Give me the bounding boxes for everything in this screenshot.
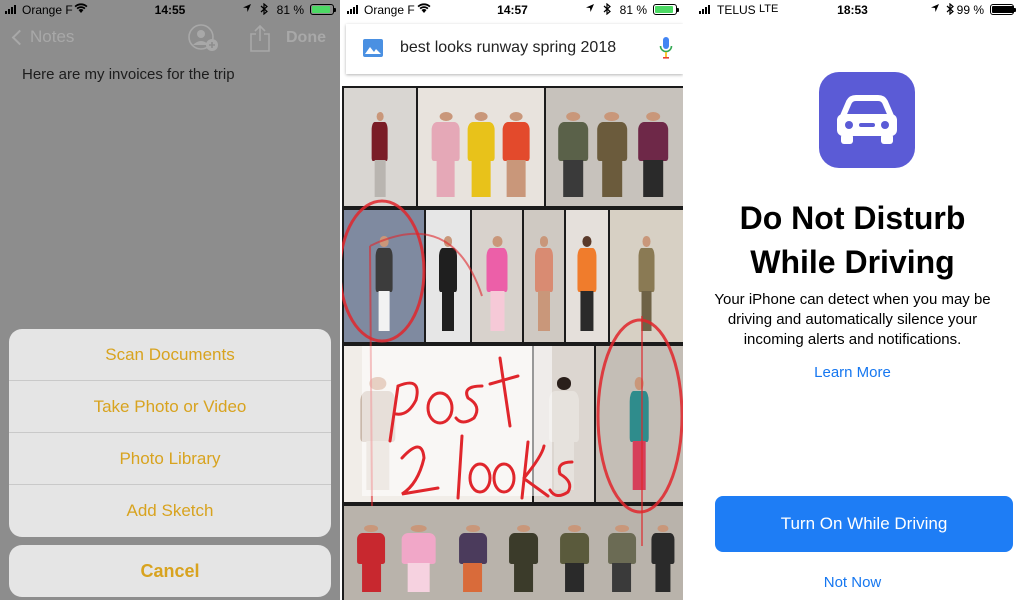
location-icon bbox=[242, 3, 252, 16]
image-search-screen: Orange F 14:57 81 % best looks runway sp… bbox=[342, 0, 683, 600]
photo-library-option[interactable]: Photo Library bbox=[9, 433, 331, 485]
status-bar: Orange F 14:57 81 % bbox=[342, 0, 683, 20]
battery-icon bbox=[990, 4, 1016, 15]
learn-more-link[interactable]: Learn More bbox=[685, 364, 1020, 381]
car-icon bbox=[819, 72, 915, 168]
microphone-icon[interactable] bbox=[659, 36, 673, 62]
notes-toolbar: Notes Done bbox=[0, 20, 340, 58]
add-sketch-option[interactable]: Add Sketch bbox=[9, 485, 331, 537]
battery-percent: 81 % bbox=[276, 3, 304, 17]
turn-on-while-driving-button[interactable]: Turn On While Driving bbox=[715, 496, 1013, 552]
title-line-1: Do Not Disturb bbox=[739, 200, 966, 236]
page-title: Do Not Disturb While Driving bbox=[685, 196, 1020, 284]
chevron-left-icon bbox=[11, 29, 28, 45]
description-text: Your iPhone can detect when you may be d… bbox=[714, 291, 991, 348]
search-bar[interactable]: best looks runway spring 2018 bbox=[346, 24, 683, 74]
runway-photo-collage bbox=[342, 86, 683, 600]
location-icon bbox=[930, 3, 940, 16]
search-query[interactable]: best looks runway spring 2018 bbox=[400, 39, 616, 57]
battery-percent: 99 % bbox=[956, 3, 984, 17]
back-button[interactable]: Notes bbox=[10, 27, 74, 47]
take-photo-option[interactable]: Take Photo or Video bbox=[9, 381, 331, 433]
battery-icon bbox=[653, 4, 679, 15]
share-icon[interactable] bbox=[249, 24, 271, 52]
status-bar: TELUS LTE 18:53 99 % bbox=[685, 0, 1020, 20]
scan-documents-option[interactable]: Scan Documents bbox=[9, 329, 331, 381]
notes-screen: Orange F 14:55 81 % Notes Done Here are … bbox=[0, 0, 340, 600]
cancel-button[interactable]: Cancel bbox=[9, 545, 331, 597]
battery-icon bbox=[310, 4, 336, 15]
bluetooth-icon bbox=[260, 2, 268, 18]
add-people-icon[interactable] bbox=[188, 24, 218, 52]
title-line-2: While Driving bbox=[750, 244, 955, 280]
image-search-icon[interactable] bbox=[363, 39, 383, 57]
action-sheet: Scan Documents Take Photo or Video Photo… bbox=[9, 329, 331, 537]
done-button[interactable]: Done bbox=[286, 29, 326, 47]
handwritten-annotation bbox=[342, 199, 683, 546]
bluetooth-icon bbox=[946, 2, 954, 18]
not-now-button[interactable]: Not Now bbox=[685, 574, 1020, 591]
dnd-driving-screen: TELUS LTE 18:53 99 % Do Not Disturb Whil… bbox=[685, 0, 1020, 600]
note-body[interactable]: Here are my invoices for the trip bbox=[22, 66, 235, 83]
battery-percent: 81 % bbox=[619, 3, 647, 17]
location-icon bbox=[585, 3, 595, 16]
bluetooth-icon bbox=[603, 2, 611, 18]
status-bar: Orange F 14:55 81 % bbox=[0, 0, 340, 20]
back-label: Notes bbox=[30, 27, 75, 46]
